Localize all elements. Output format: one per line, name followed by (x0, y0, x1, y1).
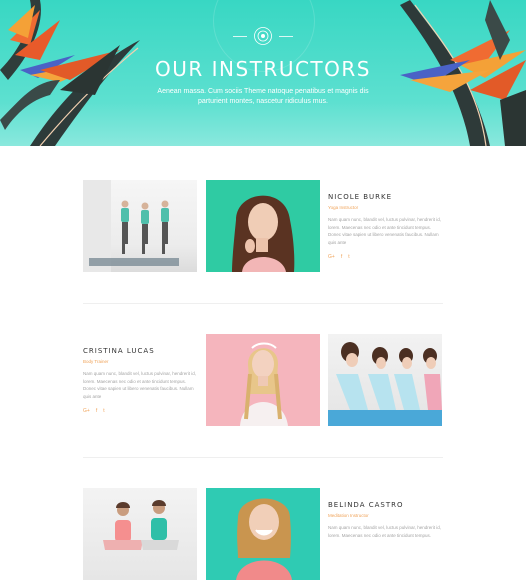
photo-meditation-pair (83, 488, 197, 580)
facebook-icon[interactable]: f (341, 254, 342, 260)
page-title: OUR INSTRUCTORS (155, 57, 371, 81)
photo-belinda-castro (206, 488, 320, 580)
bio-cristina-lucas: CRISTINA LUCAS Body Trainer Nam quam nun… (83, 347, 197, 414)
title-line-right (279, 36, 293, 37)
google-plus-icon[interactable]: G+ (328, 254, 335, 260)
facebook-icon[interactable]: f (96, 408, 97, 414)
photo-nicole-burke (206, 180, 320, 272)
lotus-emblem-icon (254, 27, 272, 45)
bio-belinda-castro: BELINDA CASTRO Meditation Instructor Nam… (328, 501, 442, 539)
twitter-icon[interactable]: t (103, 408, 104, 414)
photo-yoga-class (328, 334, 442, 426)
photo-cristina-lucas (206, 334, 320, 426)
instructor-name: NICOLE BURKE (328, 193, 393, 201)
instructor-role: Yoga Instructor (328, 205, 359, 210)
social-links: G+ f t (328, 254, 442, 260)
photo-yoga-group (83, 180, 197, 272)
section-divider (83, 457, 443, 458)
instructor-bio: Nam quam nunc, blandit vel, luctus pulvi… (328, 525, 442, 538)
instructor-name: BELINDA CASTRO (328, 501, 404, 509)
instructor-bio: Nam quam nunc, blandit vel, luctus pulvi… (328, 217, 442, 245)
bio-nicole-burke: NICOLE BURKE Yoga Instructor Nam quam nu… (328, 193, 442, 260)
instructor-name: CRISTINA LUCAS (83, 347, 155, 355)
instructor-bio: Nam quam nunc, blandit vel, luctus pulvi… (83, 371, 197, 399)
twitter-icon[interactable]: t (348, 254, 349, 260)
instructor-role: Meditation Instructor (328, 513, 369, 518)
title-line-left (233, 36, 247, 37)
hero-banner: OUR INSTRUCTORS Aenean massa. Cum sociis… (0, 0, 526, 146)
instructor-role: Body Trainer (83, 359, 109, 364)
section-divider (83, 303, 443, 304)
hero-subtitle: Aenean massa. Cum sociis Theme natoque p… (157, 88, 369, 105)
google-plus-icon[interactable]: G+ (83, 408, 90, 414)
social-links: G+ f t (83, 408, 197, 414)
